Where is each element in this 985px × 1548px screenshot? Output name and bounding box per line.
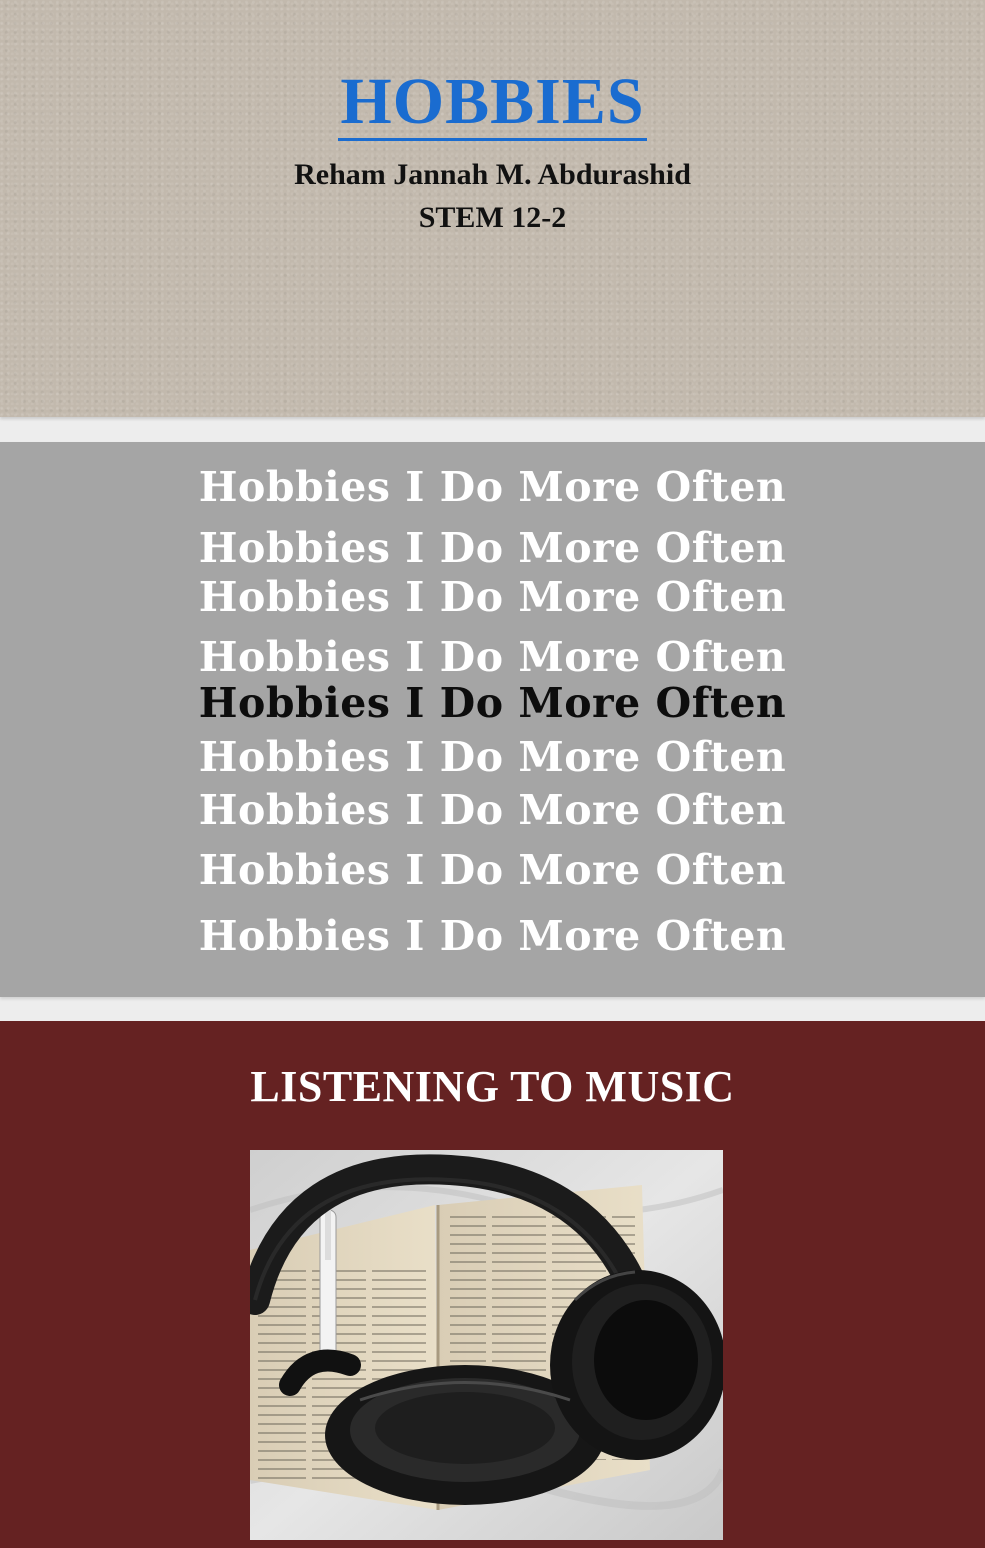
title-slide: HOBBIES Reham Jannah M. Abdurashid STEM …	[0, 0, 985, 417]
repeated-heading-line: Hobbies I Do More Often	[198, 633, 787, 681]
repeated-heading-line: Hobbies I Do More Often	[198, 786, 787, 834]
presentation-title-text: HOBBIES	[338, 65, 647, 141]
music-slide: LISTENING TO MUSIC	[0, 1021, 985, 1548]
headphones-photo	[250, 1150, 723, 1540]
repeated-heading-line: Hobbies I Do More Often	[198, 846, 787, 894]
class-section: STEM 12-2	[418, 201, 567, 234]
music-slide-title: LISTENING TO MUSIC	[250, 1062, 735, 1111]
repeated-heading-line: Hobbies I Do More Often	[198, 912, 787, 960]
repeated-heading-line: Hobbies I Do More Often	[198, 733, 787, 781]
repeated-heading-line: Hobbies I Do More Often	[198, 463, 787, 511]
repeated-heading-line: Hobbies I Do More Often	[198, 573, 787, 621]
presentation-title: HOBBIES	[0, 62, 985, 142]
headphones-on-book-illustration	[250, 1150, 723, 1540]
repeated-heading-line: Hobbies I Do More Often	[198, 524, 787, 572]
author-name: Reham Jannah M. Abdurashid	[294, 158, 691, 191]
highlighted-heading-line: Hobbies I Do More Often	[198, 679, 787, 727]
hobbies-heading-slide: Hobbies I Do More Often Hobbies I Do Mor…	[0, 442, 985, 997]
